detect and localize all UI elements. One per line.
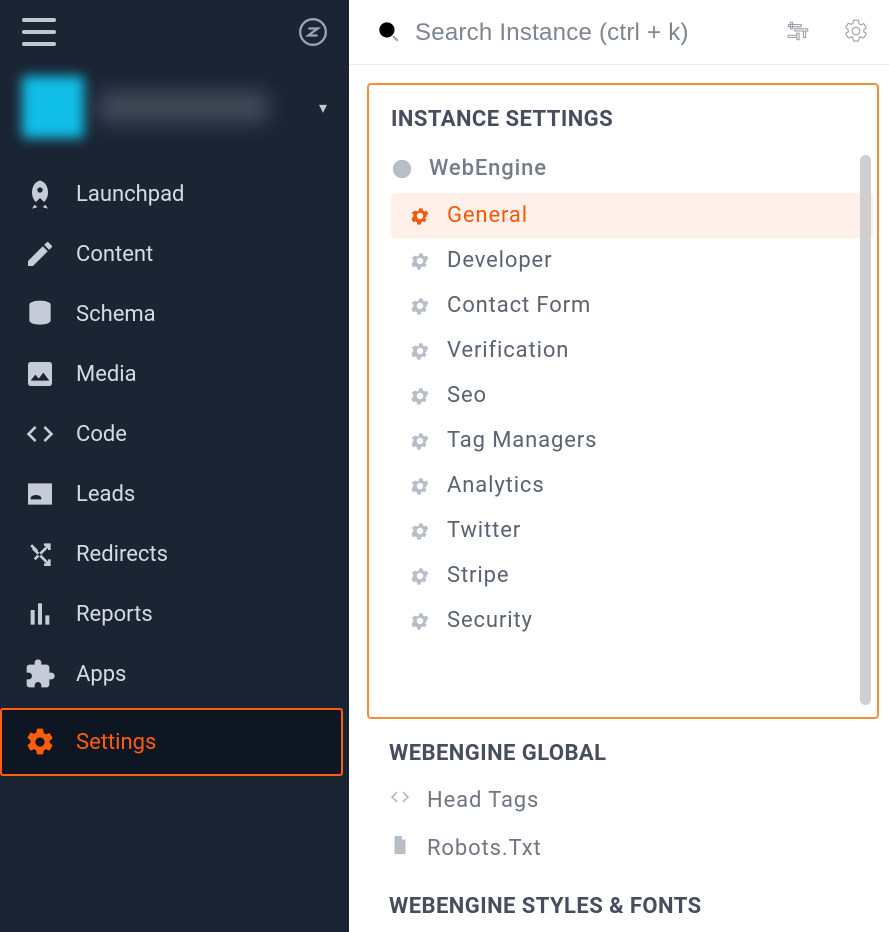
contact-card-icon	[24, 478, 56, 510]
sidebar-item-label: Apps	[76, 662, 126, 687]
sidebar-item-label: Media	[76, 362, 137, 387]
bar-chart-icon	[24, 598, 56, 630]
settings-list: WebEngine General Developer Contact Form…	[391, 146, 877, 643]
global-item-robots[interactable]: Robots.Txt	[349, 824, 889, 872]
sidebar-nav: Launchpad Content Schema Media Code	[0, 164, 349, 780]
file-icon	[389, 834, 411, 862]
sidebar-top	[0, 18, 349, 58]
gear-icon	[409, 295, 431, 317]
section-title-global: WEBENGINE GLOBAL	[389, 741, 889, 766]
sidebar-item-apps[interactable]: Apps	[0, 644, 349, 704]
sidebar: ▾ Launchpad Content Schema Media	[0, 0, 349, 932]
settings-item-label: Contact Form	[447, 293, 591, 318]
gear-icon	[409, 610, 431, 632]
gear-icon	[409, 385, 431, 407]
sidebar-item-label: Settings	[76, 730, 156, 755]
settings-item-label: Security	[447, 608, 533, 633]
sidebar-item-schema[interactable]: Schema	[0, 284, 349, 344]
gear-icon	[409, 250, 431, 272]
chevron-down-icon: ▾	[319, 98, 327, 117]
main: INSTANCE SETTINGS WebEngine General Deve…	[349, 0, 889, 932]
image-icon	[24, 358, 56, 390]
settings-item-tag-managers[interactable]: Tag Managers	[391, 418, 877, 463]
settings-item-label: Seo	[447, 383, 487, 408]
instance-picker[interactable]: ▾	[0, 58, 349, 164]
puzzle-icon	[24, 658, 56, 690]
sidebar-item-label: Launchpad	[76, 182, 184, 207]
sidebar-item-label: Content	[76, 242, 153, 267]
instance-avatar	[22, 76, 84, 138]
gear-icon	[409, 565, 431, 587]
sidebar-item-leads[interactable]: Leads	[0, 464, 349, 524]
filter-button[interactable]	[783, 18, 813, 48]
settings-item-label: Twitter	[447, 518, 521, 543]
settings-group-label: WebEngine	[429, 156, 547, 181]
shuffle-icon	[24, 538, 56, 570]
sidebar-item-settings[interactable]: Settings	[0, 708, 343, 776]
section-title-styles: WEBENGINE STYLES & FONTS	[389, 894, 889, 919]
search-icon	[375, 18, 401, 48]
tune-icon	[785, 18, 811, 48]
code-icon	[24, 418, 56, 450]
sidebar-item-reports[interactable]: Reports	[0, 584, 349, 644]
scrollbar[interactable]	[860, 155, 871, 705]
gear-icon	[409, 340, 431, 362]
settings-item-label: General	[447, 203, 528, 228]
settings-item-label: Developer	[447, 248, 552, 273]
gear-icon	[843, 18, 869, 48]
pencil-icon	[24, 238, 56, 270]
settings-item-analytics[interactable]: Analytics	[391, 463, 877, 508]
sidebar-item-launchpad[interactable]: Launchpad	[0, 164, 349, 224]
settings-item-label: Tag Managers	[447, 428, 597, 453]
hamburger-menu[interactable]	[22, 18, 56, 46]
code-doc-icon	[389, 786, 411, 814]
settings-item-twitter[interactable]: Twitter	[391, 508, 877, 553]
gear-icon	[409, 520, 431, 542]
gear-icon	[409, 430, 431, 452]
settings-button[interactable]	[841, 18, 871, 48]
sidebar-item-label: Reports	[76, 602, 153, 627]
sidebar-item-label: Leads	[76, 482, 135, 507]
settings-item-general[interactable]: General	[391, 193, 873, 238]
sidebar-item-label: Code	[76, 422, 127, 447]
settings-item-label: Verification	[447, 338, 569, 363]
global-item-label: Robots.Txt	[427, 836, 542, 861]
settings-item-contact-form[interactable]: Contact Form	[391, 283, 877, 328]
search-input[interactable]	[415, 19, 769, 47]
sidebar-item-redirects[interactable]: Redirects	[0, 524, 349, 584]
instance-settings-panel: INSTANCE SETTINGS WebEngine General Deve…	[367, 83, 879, 719]
panel-title: INSTANCE SETTINGS	[391, 107, 877, 132]
settings-item-verification[interactable]: Verification	[391, 328, 877, 373]
settings-item-label: Stripe	[447, 563, 509, 588]
sidebar-item-code[interactable]: Code	[0, 404, 349, 464]
rocket-icon	[24, 178, 56, 210]
settings-item-seo[interactable]: Seo	[391, 373, 877, 418]
gear-icon	[24, 726, 56, 758]
sidebar-item-label: Schema	[76, 302, 156, 327]
sidebar-item-media[interactable]: Media	[0, 344, 349, 404]
app-logo-icon	[299, 18, 327, 46]
settings-item-security[interactable]: Security	[391, 598, 877, 643]
gear-icon	[409, 475, 431, 497]
global-item-head-tags[interactable]: Head Tags	[349, 776, 889, 824]
database-icon	[24, 298, 56, 330]
global-item-label: Head Tags	[427, 788, 539, 813]
settings-item-label: Analytics	[447, 473, 545, 498]
instance-name	[84, 92, 319, 122]
settings-item-stripe[interactable]: Stripe	[391, 553, 877, 598]
settings-group-webengine[interactable]: WebEngine	[391, 146, 877, 191]
globe-icon	[391, 158, 413, 180]
settings-item-developer[interactable]: Developer	[391, 238, 877, 283]
sidebar-item-content[interactable]: Content	[0, 224, 349, 284]
search-bar	[349, 0, 889, 65]
sidebar-item-label: Redirects	[76, 542, 168, 567]
gear-icon	[409, 205, 431, 227]
